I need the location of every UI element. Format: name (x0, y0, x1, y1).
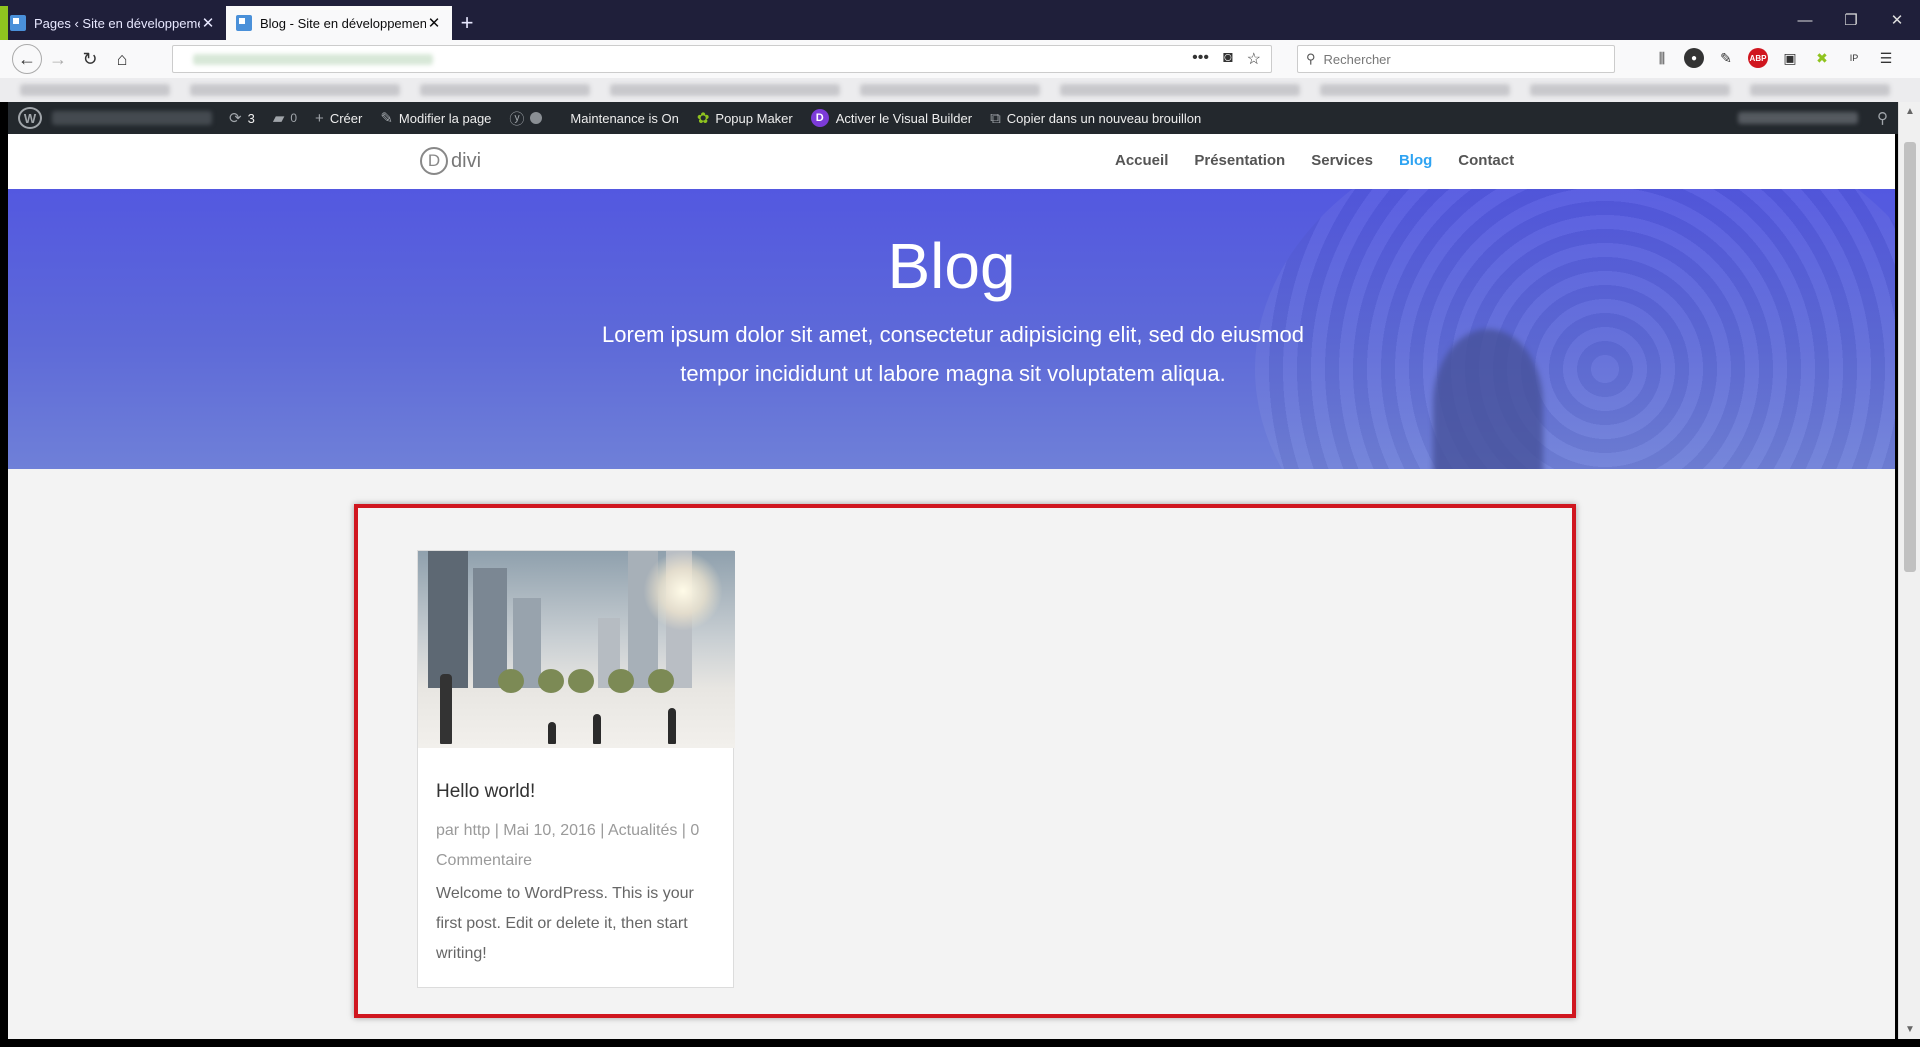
divi-icon: D (810, 109, 829, 127)
home-icon[interactable]: ⌂ (106, 43, 138, 75)
tab-label: Pages ‹ Site en développement (34, 15, 200, 31)
main-nav: Accueil Présentation Services Blog Conta… (1115, 152, 1514, 169)
site-favicon-icon (10, 15, 26, 31)
hero-section: Blog Lorem ipsum dolor sit amet, consect… (8, 189, 1895, 469)
adblock-icon[interactable]: ABP (1748, 48, 1768, 68)
site-logo[interactable]: D divi (420, 147, 481, 175)
hero-subtitle: Lorem ipsum dolor sit amet, consectetur … (602, 322, 1304, 386)
edit-page-label: Modifier la page (398, 110, 492, 126)
copy-icon: ⧉ (990, 109, 1001, 127)
visual-builder-label: Activer le Visual Builder (835, 110, 973, 126)
minimize-icon[interactable]: — (1782, 0, 1828, 40)
eyedropper-icon[interactable]: ✎ (1716, 48, 1736, 68)
close-icon[interactable]: ✕ (200, 14, 216, 32)
yoast-icon: ⓨ (509, 110, 525, 128)
nav-item-presentation[interactable]: Présentation (1194, 152, 1285, 169)
scrollbar-thumb[interactable] (1904, 142, 1916, 572)
maintenance-item[interactable]: Maintenance is On (561, 102, 687, 134)
plus-icon: + (315, 109, 324, 127)
create-item[interactable]: + Créer (306, 102, 371, 134)
comment-icon: ▰ (272, 110, 285, 127)
window-controls: — ❐ ✕ (1782, 0, 1920, 40)
menu-icon[interactable]: ☰ (1876, 48, 1896, 68)
restore-icon[interactable]: ❐ (1828, 0, 1874, 40)
post-meta: par http | Mai 10, 2016 | Actualités | 0… (436, 822, 700, 869)
site-favicon-icon (236, 15, 252, 31)
search-input[interactable]: ⚲ Rechercher (1297, 45, 1615, 73)
page-title: Blog (887, 230, 1016, 302)
refresh-icon: ⟳ (229, 110, 242, 127)
sidebar-icon[interactable]: ▣ (1780, 48, 1800, 68)
updates-item[interactable]: ⟳ 3 (220, 102, 264, 134)
more-actions-icon[interactable]: ••• (1192, 49, 1209, 69)
scroll-down-icon[interactable]: ▼ (1899, 1024, 1920, 1035)
nav-item-contact[interactable]: Contact (1458, 152, 1514, 169)
nav-item-accueil[interactable]: Accueil (1115, 152, 1168, 169)
seo-status-dot-icon (530, 112, 543, 124)
ip-icon[interactable]: IP (1844, 48, 1864, 68)
hero-background-figure (1433, 329, 1543, 469)
post-title[interactable]: Hello world! (436, 781, 535, 803)
copy-draft-item[interactable]: ⧉ Copier dans un nouveau brouillon (981, 102, 1210, 134)
close-icon[interactable]: ✕ (426, 14, 442, 32)
maintenance-label: Maintenance is On (570, 110, 679, 126)
comments-item[interactable]: ▰ 0 (264, 102, 306, 134)
popup-maker-item[interactable]: ✿ Popup Maker (688, 102, 802, 134)
yoast-item[interactable]: ⓨ (500, 102, 551, 134)
wp-admin-bar: W ⟳ 3 ▰ 0 + Créer ✎ Modifier la page ⓨ M… (8, 102, 1898, 134)
updates-count: 3 (247, 110, 255, 126)
popup-maker-icon: ✿ (696, 110, 710, 127)
back-arrow-icon[interactable]: ← (12, 44, 42, 74)
post-excerpt: Welcome to WordPress. This is your first… (436, 885, 694, 962)
scroll-up-icon[interactable]: ▲ (1899, 106, 1920, 117)
pocket-icon[interactable]: ◙ (1223, 49, 1233, 69)
wordpress-logo-icon[interactable]: W (18, 107, 42, 129)
extension-dark-icon[interactable]: ● (1684, 48, 1704, 68)
browser-nav-bar: ← → ↻ ⌂ ••• ◙ ☆ ⚲ Rechercher ⫼ ● ✎ ABP ▣… (0, 40, 1920, 78)
visual-builder-item[interactable]: D Activer le Visual Builder (802, 102, 981, 134)
comments-count: 0 (290, 111, 298, 125)
tab-pages[interactable]: Pages ‹ Site en développement ✕ (0, 6, 226, 40)
reload-icon[interactable]: ↻ (74, 43, 106, 75)
create-label: Créer (329, 110, 363, 126)
bookmark-star-icon[interactable]: ☆ (1247, 49, 1261, 69)
search-placeholder: Rechercher (1323, 51, 1391, 67)
forward-arrow-icon[interactable]: → (42, 43, 74, 75)
site-name-blurred[interactable] (52, 111, 212, 125)
tab-blog[interactable]: Blog - Site en développement ✕ (226, 6, 452, 40)
copy-draft-label: Copier dans un nouveau brouillon (1006, 110, 1202, 126)
url-bar[interactable]: ••• ◙ ☆ (172, 45, 1272, 73)
browser-tab-bar: Pages ‹ Site en développement ✕ Blog - S… (0, 0, 1920, 40)
account-blurred[interactable] (1738, 112, 1858, 124)
popup-maker-label: Popup Maker (715, 110, 793, 126)
bookmarks-bar (0, 78, 1920, 102)
nav-item-blog[interactable]: Blog (1399, 152, 1432, 169)
nav-item-services[interactable]: Services (1311, 152, 1373, 169)
taskbar-strip (0, 1039, 1920, 1047)
window-close-icon[interactable]: ✕ (1874, 0, 1920, 40)
new-tab-button[interactable]: + (452, 6, 482, 40)
pencil-icon: ✎ (380, 110, 393, 127)
url-blurred-text (193, 54, 433, 65)
search-icon: ⚲ (1306, 51, 1316, 66)
logo-letter: D (420, 147, 448, 175)
tab-label: Blog - Site en développement (260, 15, 426, 31)
admin-search-icon[interactable]: ⚲ (1877, 109, 1888, 127)
tools-icon[interactable]: ✖ (1812, 48, 1832, 68)
page-scrollbar[interactable]: ▲ ▼ (1898, 102, 1920, 1039)
page-viewport: D divi Accueil Présentation Services Blo… (8, 134, 1895, 1039)
site-header: D divi Accueil Présentation Services Blo… (8, 134, 1895, 189)
post-featured-image[interactable] (418, 551, 735, 748)
logo-text: divi (451, 149, 482, 172)
library-icon[interactable]: ⫼ (1652, 48, 1672, 68)
post-card: Hello world! par http | Mai 10, 2016 | A… (417, 550, 735, 988)
edit-page-item[interactable]: ✎ Modifier la page (371, 102, 500, 134)
